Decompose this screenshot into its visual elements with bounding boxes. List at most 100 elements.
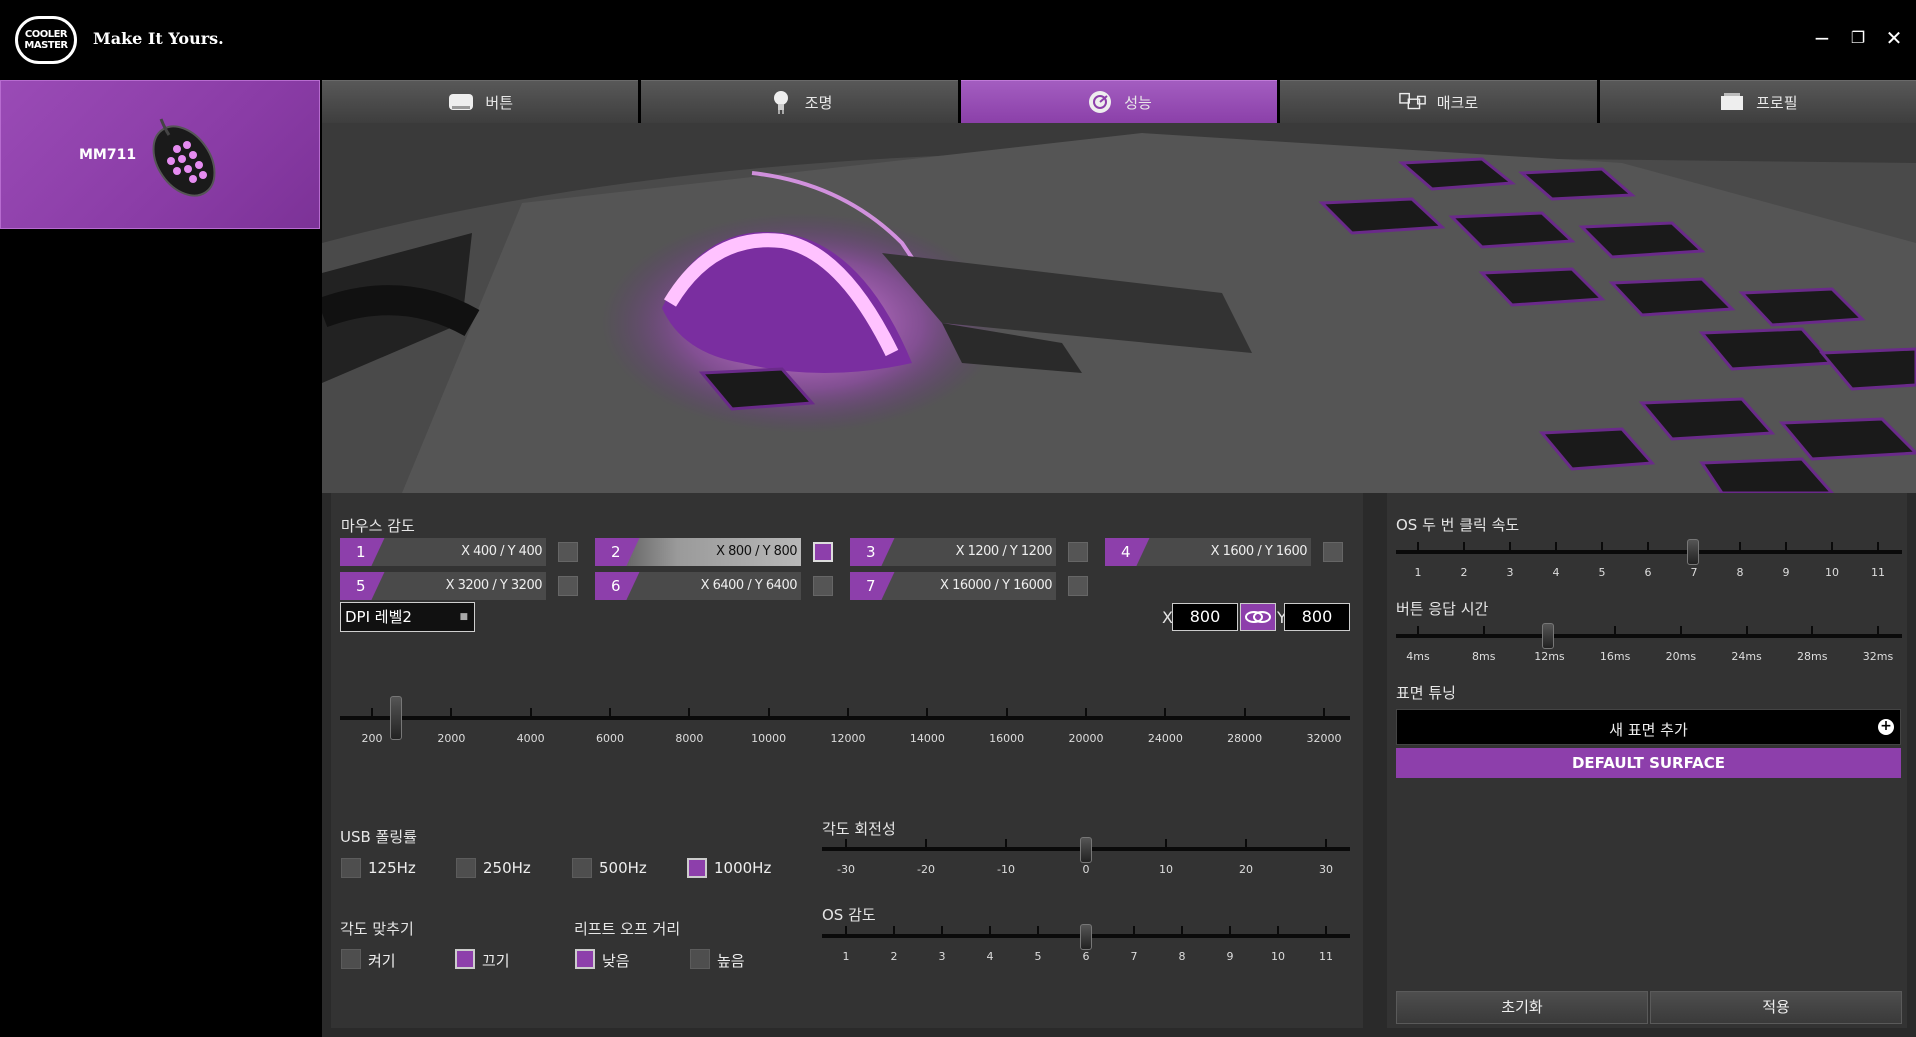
mouse-hero-image — [322, 123, 1916, 493]
scale-label: 5 — [1034, 950, 1042, 963]
surface-tuning-title: 표면 튜닝 — [1396, 684, 1456, 702]
scale-label: 8ms — [1471, 650, 1496, 663]
dpi-slot-2[interactable]: 2 X 800 / Y 800 — [595, 538, 801, 566]
scale-label: 3 — [938, 950, 946, 963]
angle-rotation-thumb[interactable] — [1080, 837, 1092, 863]
macro-icon — [1398, 91, 1427, 113]
scale-label: 5 — [1598, 566, 1606, 579]
scale-label: -20 — [917, 863, 935, 876]
mouse-icon — [152, 118, 216, 197]
scale-tick — [1005, 708, 1008, 720]
dpi-slot-5[interactable]: 5 X 3200 / Y 3200 — [340, 572, 546, 600]
scale-tick — [767, 708, 770, 720]
double-click-thumb[interactable] — [1687, 539, 1699, 565]
scale-label: 16ms — [1599, 650, 1631, 663]
scale-label: 28000 — [1227, 732, 1263, 745]
dpi-slot-3[interactable]: 3 X 1200 / Y 1200 — [850, 538, 1056, 566]
polling-500hz-label: 500Hz — [599, 859, 647, 877]
y-dpi-input[interactable]: 800 — [1284, 603, 1350, 631]
usb-polling-title: USB 폴링률 — [340, 828, 417, 846]
scale-label: 12ms — [1534, 650, 1565, 663]
scale-tick — [1005, 839, 1007, 851]
scale-label: 32000 — [1306, 732, 1342, 745]
dpi-slot-6[interactable]: 6 X 6400 / Y 6400 — [595, 572, 801, 600]
reset-button[interactable]: 초기화 — [1396, 991, 1648, 1024]
scale-label: 20ms — [1665, 650, 1697, 663]
scale-tick — [1165, 839, 1167, 851]
polling-1000hz-checkbox[interactable] — [687, 858, 707, 878]
lift-off-high-checkbox[interactable] — [690, 949, 710, 969]
plus-circle-icon: + — [1878, 719, 1894, 735]
scale-label: 6 — [1644, 566, 1652, 579]
scale-tick — [529, 708, 532, 720]
angle-snap-off-checkbox[interactable] — [455, 949, 475, 969]
add-surface-button[interactable]: 새 표면 추가 + — [1396, 709, 1901, 745]
scale-label: 28ms — [1797, 650, 1828, 663]
response-time-track[interactable] — [1396, 634, 1902, 638]
angle-rotation-title: 각도 회전성 — [822, 820, 896, 838]
close-icon[interactable]: ✕ — [1882, 26, 1906, 50]
scale-tick — [1509, 542, 1511, 554]
dpi-slot-4[interactable]: 4 X 1600 / Y 1600 — [1105, 538, 1311, 566]
lift-off-low-label: 낮음 — [602, 952, 630, 970]
dropdown-arrow-icon: ■ — [459, 612, 468, 622]
scale-tick — [845, 839, 847, 851]
double-click-title: OS 두 번 클릭 속도 — [1396, 516, 1520, 534]
polling-125hz-checkbox[interactable] — [341, 858, 361, 878]
scale-tick — [1245, 839, 1247, 851]
dpi-slot-1-color[interactable] — [558, 542, 578, 562]
tab-lighting[interactable]: 조명 — [641, 80, 958, 123]
restore-icon[interactable]: ❐ — [1846, 26, 1870, 50]
device-card-mm711[interactable]: MM711 — [0, 80, 320, 229]
dpi-slot-2-color[interactable] — [813, 542, 833, 562]
scale-tick — [1323, 708, 1325, 720]
polling-500hz-checkbox[interactable] — [572, 858, 592, 878]
dpi-slot-3-color[interactable] — [1068, 542, 1088, 562]
scale-tick — [1325, 839, 1327, 851]
scale-tick — [688, 708, 691, 720]
minimize-icon[interactable]: − — [1810, 26, 1834, 50]
performance-icon — [1086, 91, 1114, 113]
dpi-slot-7-color[interactable] — [1068, 576, 1088, 596]
scale-tick — [925, 839, 927, 851]
tab-performance[interactable]: 성능 — [960, 80, 1278, 123]
dpi-slot-4-color[interactable] — [1323, 542, 1343, 562]
scale-label: 1 — [1414, 566, 1422, 579]
dpi-slot-1[interactable]: 1 X 400 / Y 400 — [340, 538, 546, 566]
angle-snap-on-checkbox[interactable] — [341, 949, 361, 969]
lift-off-title: 리프트 오프 거리 — [574, 920, 681, 938]
tab-profile[interactable]: 프로필 — [1599, 80, 1916, 123]
scale-tick — [1601, 542, 1603, 554]
dpi-slot-5-color[interactable] — [558, 576, 578, 596]
scale-tick — [1463, 542, 1465, 554]
scale-label: 9 — [1782, 566, 1790, 579]
scale-tick — [609, 708, 611, 720]
apply-button[interactable]: 적용 — [1650, 991, 1902, 1024]
dpi-slider-track[interactable] — [340, 716, 1350, 720]
double-click-track[interactable] — [1396, 550, 1902, 554]
scale-tick — [1325, 926, 1327, 938]
scale-label: 10000 — [751, 732, 787, 745]
scale-label: 8000 — [675, 732, 704, 745]
dpi-level-select[interactable]: DPI 레벨2 ■ — [340, 602, 475, 632]
polling-250hz-checkbox[interactable] — [456, 858, 476, 878]
tab-macro[interactable]: 매크로 — [1280, 80, 1597, 123]
link-xy-icon[interactable] — [1240, 603, 1276, 631]
dpi-slot-7[interactable]: 7 X 16000 / Y 16000 — [850, 572, 1056, 600]
default-surface-item[interactable]: DEFAULT SURFACE — [1396, 748, 1901, 778]
dpi-slider-thumb[interactable] — [390, 696, 402, 740]
scale-label: 2 — [890, 950, 898, 963]
scale-tick — [1679, 626, 1682, 638]
scale-label: 4 — [986, 950, 994, 963]
scale-tick — [1243, 708, 1246, 720]
polling-250hz-label: 250Hz — [483, 859, 531, 877]
os-sensitivity-thumb[interactable] — [1080, 924, 1092, 950]
scale-label: 4000 — [516, 732, 545, 745]
scale-label: 2 — [1460, 566, 1468, 579]
x-dpi-input[interactable]: 800 — [1172, 603, 1238, 631]
lift-off-low-checkbox[interactable] — [575, 949, 595, 969]
tab-buttons[interactable]: 버튼 — [322, 80, 639, 123]
response-time-thumb[interactable] — [1542, 623, 1554, 649]
dpi-slot-6-color[interactable] — [813, 576, 833, 596]
scale-tick — [1647, 542, 1649, 554]
